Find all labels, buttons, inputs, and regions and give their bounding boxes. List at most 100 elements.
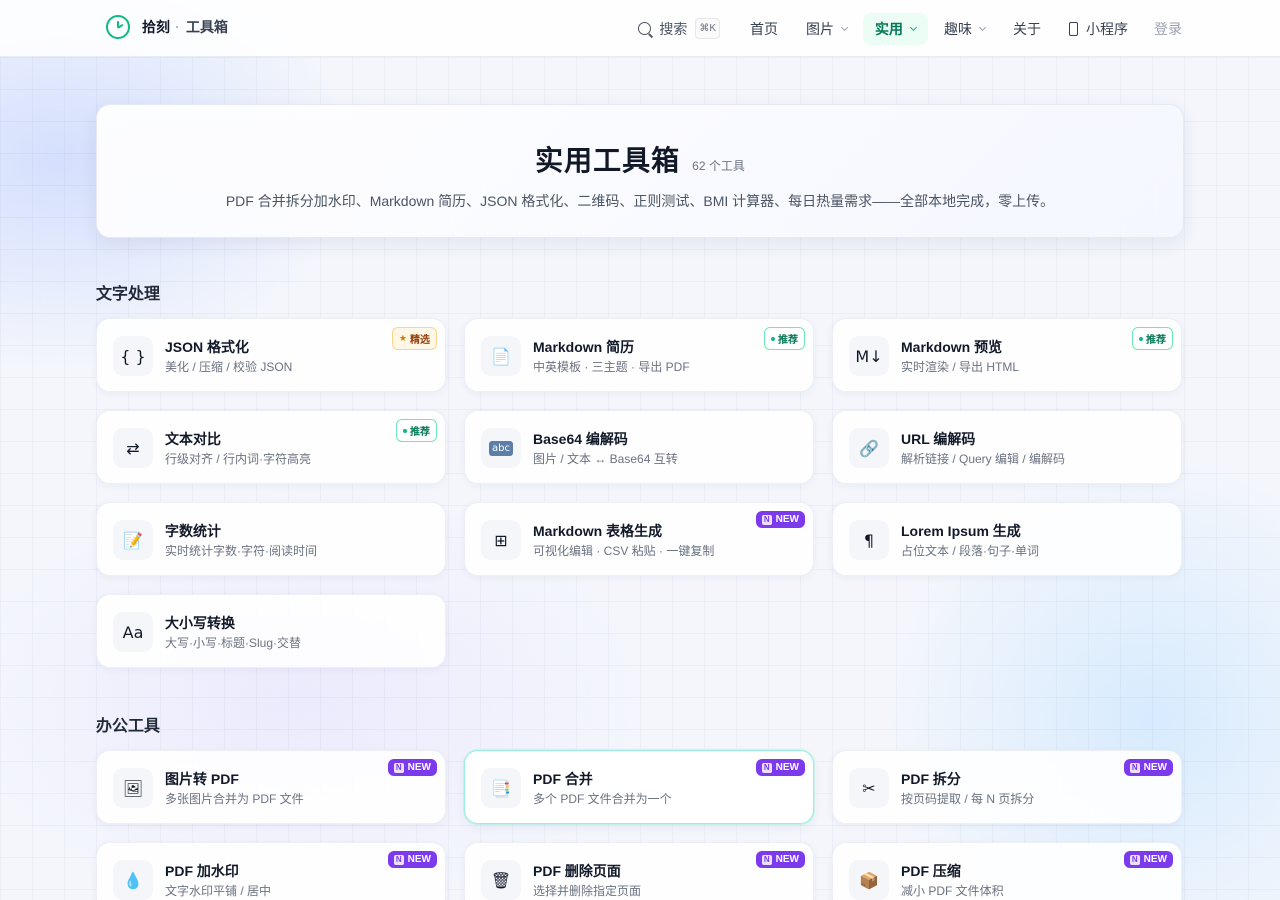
tool-title: 字数统计 [165, 523, 221, 539]
tool-description: 选择并删除指定页面 [533, 884, 642, 898]
tool-card[interactable]: 🗑 PDF 删除页面 选择并删除指定页面 N NEW [464, 842, 814, 900]
scissors-icon: ✂ [849, 768, 889, 808]
tool-card[interactable]: 💧 PDF 加水印文字水印平铺 / 居中 N NEW [96, 842, 446, 900]
tool-title: Markdown 表格生成 [533, 523, 663, 539]
tool-card[interactable]: ✂ PDF 拆分 按页码提取 / 每 N 页拆分 N NEW [832, 750, 1182, 824]
nav-link-about[interactable]: 关于 [1001, 13, 1053, 45]
tool-title: Base64 编解码 [533, 431, 628, 447]
tool-card[interactable]: ¶ Lorem Ipsum 生成 占位文本 / 段落·句子·单词 [832, 502, 1182, 576]
tool-card[interactable]: Aa 大小写转换 大写·小写·标题·Slug·交替 [96, 594, 446, 668]
nav-link-label: 实用 [875, 20, 903, 37]
new-n-icon: N [761, 762, 772, 773]
section-title: 办公工具 [96, 718, 161, 735]
miniprogram-link[interactable]: 小程序 [1057, 13, 1140, 45]
tool-card[interactable]: 📝 字数统计实时统计字数·字符·阅读时间 [96, 502, 446, 576]
tool-description: 图片 / 文本 ↔ Base64 互转 [533, 452, 678, 466]
recommend-badge: 推荐 [1132, 327, 1173, 350]
brand-subtitle: 工具箱 [186, 19, 228, 35]
tool-card[interactable]: ⊞ Markdown 表格生成 可视化编辑 · CSV 粘贴 · 一键复制 N NEW [464, 502, 814, 576]
hero-banner: 实用工具箱 62 个工具 PDF 合并拆分加水印、Markdown 简历、JSO… [96, 104, 1184, 238]
tool-card[interactable]: 📦 PDF 压缩 减小 PDF 文件体积 N NEW [832, 842, 1182, 900]
trash-icon: 🗑 [481, 860, 521, 900]
tool-description: 文字水印平铺 / 居中 [165, 884, 272, 898]
tool-description: 多个 PDF 文件合并为一个 [533, 792, 672, 806]
tool-description: 可视化编辑 · CSV 粘贴 · 一键复制 [533, 544, 715, 558]
star-icon: ★ [398, 333, 407, 343]
clock-logo-icon [106, 15, 130, 39]
tool-card[interactable]: 🖼 图片转 PDF 多张图片合并为 PDF 文件 N NEW [96, 750, 446, 824]
tool-card[interactable]: 📄 Markdown 简历中英模板 · 三主题 · 导出 PDF 推荐 [464, 318, 814, 392]
new-badge: N NEW [387, 851, 437, 868]
login-button[interactable]: 登录 [1154, 19, 1182, 39]
brand[interactable]: 拾刻 工具箱 [106, 15, 228, 39]
new-n-icon: N [393, 854, 404, 865]
badge-label: 精选 [410, 335, 430, 346]
tool-description: 行级对齐 / 行内词·字符高亮 [165, 452, 311, 466]
brand-name: 拾刻 [142, 19, 170, 35]
chevron-down-icon [909, 23, 918, 31]
picture-icon: 🖼 [113, 768, 153, 808]
new-n-icon: N [761, 854, 772, 865]
featured-badge: ★ 精选 [391, 327, 437, 350]
new-badge: N NEW [1123, 759, 1173, 776]
tool-card[interactable]: ⇄ 文本对比 行级对齐 / 行内词·字符高亮 推荐 [96, 410, 446, 484]
markdown-icon: M↓ [849, 336, 889, 376]
document-icon: 📄 [481, 336, 521, 376]
memo-icon: 📝 [113, 520, 153, 560]
chevron-down-icon [978, 23, 987, 31]
tool-title: 大小写转换 [165, 615, 235, 631]
tool-card[interactable]: abc Base64 编解码图片 / 文本 ↔ Base64 互转 [464, 410, 814, 484]
badge-label: NEW [407, 854, 431, 865]
merge-pdf-icon: 📑 [481, 768, 521, 808]
nav-link-home[interactable]: 首页 [738, 13, 790, 45]
nav-menu: 搜索 ⌘K 首页 图片 实用 趣味 关于 小程序 登录 [638, 0, 1182, 57]
table-grid-icon: ⊞ [481, 520, 521, 560]
dot-icon [403, 428, 407, 433]
new-n-icon: N [1129, 762, 1140, 773]
braces-icon: { } [113, 336, 153, 376]
search-icon [638, 22, 652, 35]
nav-link-images[interactable]: 图片 [794, 13, 859, 45]
search-label: 搜索 [659, 20, 688, 37]
page-title: 实用工具箱 [535, 145, 681, 176]
search-button[interactable]: 搜索 ⌘K [638, 18, 720, 39]
tool-description: 占位文本 / 段落·句子·单词 [901, 544, 1039, 558]
dot-icon [771, 336, 775, 341]
badge-label: 推荐 [778, 335, 798, 346]
tool-description: 实时统计字数·字符·阅读时间 [165, 544, 317, 558]
pilcrow-icon: ¶ [849, 520, 889, 560]
nav-link-label: 关于 [1013, 20, 1041, 37]
tool-card[interactable]: { } JSON 格式化 美化 / 压缩 / 校验 JSON ★ 精选 [96, 318, 446, 392]
tool-title: PDF 加水印 [165, 863, 239, 879]
tool-title: PDF 拆分 [901, 771, 961, 787]
recommend-badge: 推荐 [396, 419, 437, 442]
tool-description: 中英模板 · 三主题 · 导出 PDF [533, 360, 690, 374]
tool-description: 美化 / 压缩 / 校验 JSON [165, 360, 293, 374]
abc-icon: abc [481, 428, 521, 468]
droplet-icon: 💧 [113, 860, 153, 900]
new-n-icon: N [761, 514, 772, 525]
tool-description: 减小 PDF 文件体积 [901, 884, 1004, 898]
tool-card[interactable]: 🔗 URL 编解码 解析链接 / Query 编辑 / 编解码 [832, 410, 1182, 484]
nav-link-fun[interactable]: 趣味 [932, 13, 997, 45]
new-badge: N NEW [755, 759, 805, 776]
tool-title: Markdown 简历 [533, 339, 635, 355]
nav-link-label: 图片 [806, 20, 834, 37]
new-n-icon: N [1129, 854, 1140, 865]
tool-title: 文本对比 [165, 431, 221, 447]
nav-link-label: 首页 [750, 20, 778, 37]
top-nav: 拾刻 工具箱 搜索 ⌘K 首页 图片 实用 趣味 关于 小程序 登录 [0, 0, 1280, 57]
tool-title: PDF 删除页面 [533, 863, 621, 879]
letter-case-icon: Aa [113, 612, 153, 652]
new-badge: N NEW [1123, 851, 1173, 868]
tool-description: 实时渲染 / 导出 HTML [901, 360, 1020, 374]
nav-link-utilities[interactable]: 实用 [863, 12, 928, 45]
badge-label: NEW [1143, 762, 1167, 773]
tool-card[interactable]: M↓ Markdown 预览 实时渲染 / 导出 HTML 推荐 [832, 318, 1182, 392]
recommend-badge: 推荐 [764, 327, 805, 350]
tool-description: 解析链接 / Query 编辑 / 编解码 [901, 452, 1066, 466]
badge-label: NEW [407, 762, 431, 773]
tool-title: PDF 压缩 [901, 863, 961, 879]
tool-card[interactable]: 📑 PDF 合并 多个 PDF 文件合并为一个 N NEW [464, 750, 814, 824]
new-n-icon: N [393, 762, 404, 773]
